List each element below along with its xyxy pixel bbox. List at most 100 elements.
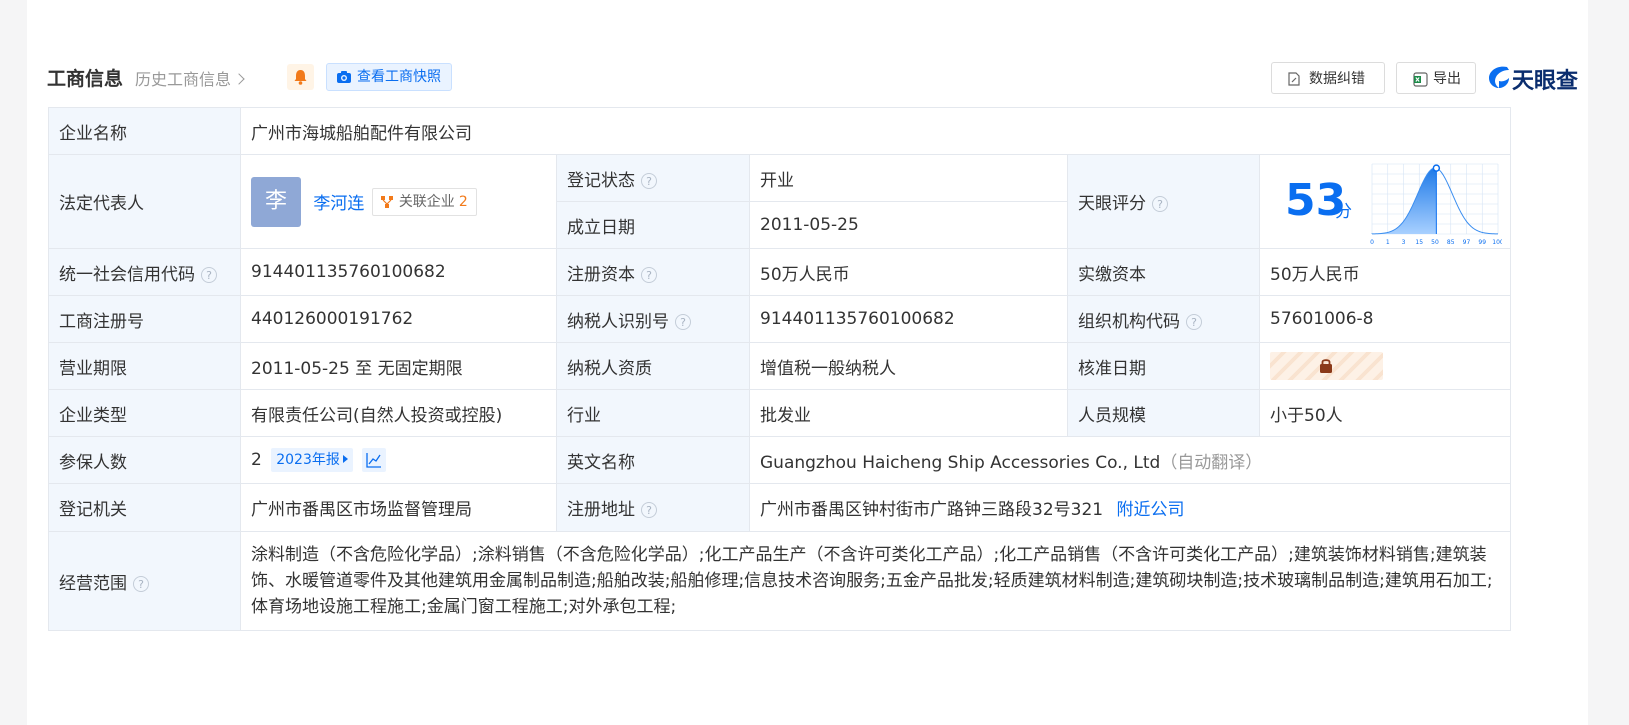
score-label: 天眼评分 <box>1078 194 1146 214</box>
export-label: 导出 <box>1433 71 1461 87</box>
taxpayer-type: 增值税一般纳税人 <box>749 342 1068 390</box>
org-code-label: 组织机构代码 <box>1078 311 1180 332</box>
tick-label: 85 <box>1447 239 1455 246</box>
legal-rep-link[interactable]: 李河连 <box>313 194 364 214</box>
reg-capital-label-cell: 注册资本? <box>556 248 750 296</box>
data-fix-button[interactable]: 数据纠错 <box>1271 62 1385 94</box>
question-icon[interactable]: ? <box>201 266 217 283</box>
founded-label: 成立日期 <box>556 201 750 249</box>
tick-label: 97 <box>1463 239 1471 246</box>
address-cell: 广州市番禺区钟村街市广路钟三路段32号321 附近公司 <box>749 483 1511 532</box>
table-row: 工商注册号 440126000191762 纳税人识别号? 9144011357… <box>48 295 1511 343</box>
table-row: 参保人数 2 2023年报 英文名称 Guangzhou Haicheng Sh… <box>48 436 1511 484</box>
taxpayer-id-label-cell: 纳税人识别号? <box>556 295 750 343</box>
question-icon[interactable]: ? <box>1186 313 1202 330</box>
table-row: 登记机关 广州市番禺区市场监督管理局 注册地址? 广州市番禺区钟村街市广路钟三路… <box>48 483 1511 532</box>
taxpayer-type-label: 纳税人资质 <box>556 342 750 390</box>
reg-capital-label: 注册资本 <box>567 264 635 285</box>
table-row: 法定代表人 李 李河连 关联企业 2 登记状态? 开业 天眼评分? 53 分 0… <box>48 154 1511 249</box>
reg-status-label-cell: 登记状态? <box>556 154 750 202</box>
approval-date-label: 核准日期 <box>1067 342 1260 390</box>
company-name: 广州市海城船舶配件有限公司 <box>240 107 1511 155</box>
legal-rep-label: 法定代表人 <box>48 154 241 249</box>
tick-label: 15 <box>1415 239 1423 246</box>
question-icon[interactable]: ? <box>641 266 657 283</box>
address-label: 注册地址 <box>567 500 635 520</box>
tick-label: 3 <box>1402 239 1406 246</box>
section-title: 工商信息 <box>47 68 124 90</box>
taxpayer-id: 914401135760100682 <box>749 295 1068 343</box>
annual-report-button[interactable]: 2023年报 <box>271 448 353 472</box>
tick-label: 1 <box>1386 239 1390 246</box>
score-marker <box>1432 164 1441 172</box>
excel-icon <box>1413 72 1428 87</box>
tick-label: 0 <box>1370 239 1374 246</box>
question-icon[interactable]: ? <box>641 172 657 189</box>
english-name: Guangzhou Haicheng Ship Accessories Co.,… <box>760 452 1161 473</box>
authority-label: 登记机关 <box>48 483 241 532</box>
approval-date-cell <box>1259 342 1511 390</box>
data-fix-label: 数据纠错 <box>1309 71 1365 87</box>
locked-value[interactable] <box>1270 352 1383 380</box>
nearby-companies-link[interactable]: 附近公司 <box>1117 500 1185 520</box>
trend-chart-button[interactable] <box>362 448 387 472</box>
address-label-cell: 注册地址? <box>556 483 750 532</box>
lock-icon <box>1320 359 1332 373</box>
insured-label: 参保人数 <box>48 436 241 484</box>
logo-mark-icon <box>1489 66 1509 88</box>
snapshot-button[interactable]: 查看工商快照 <box>326 63 452 91</box>
authority: 广州市番禺区市场监督管理局 <box>240 483 557 532</box>
table-row: 企业名称 广州市海城船舶配件有限公司 <box>48 107 1511 155</box>
business-scope: 涂料制造（不含危险化学品）;涂料销售（不含危险化学品）;化工产品生产（不含许可类… <box>240 531 1511 631</box>
credit-code: 914401135760100682 <box>240 248 557 296</box>
tick-label: 50 <box>1431 239 1439 246</box>
org-code: 57601006-8 <box>1259 295 1511 343</box>
tick-label: 99 <box>1478 239 1486 246</box>
reg-capital: 50万人民币 <box>749 248 1068 296</box>
edit-document-icon <box>1288 72 1300 86</box>
legal-rep-cell: 李 李河连 关联企业 2 <box>240 154 557 249</box>
related-count: 2 <box>458 193 468 210</box>
question-icon[interactable]: ? <box>1152 196 1168 212</box>
question-icon[interactable]: ? <box>133 575 149 592</box>
table-row: 营业期限 2011-05-25 至 无固定期限 纳税人资质 增值税一般纳税人 核… <box>48 342 1511 390</box>
tick-label: 100 <box>1492 239 1502 246</box>
chevron-right-icon <box>233 73 245 85</box>
auto-translate-note: （自动翻译） <box>1160 452 1263 473</box>
history-link-label: 历史工商信息 <box>135 70 232 89</box>
logo-text: 天眼查 <box>1512 69 1579 94</box>
table-row: 统一社会信用代码? 914401135760100682 注册资本? 50万人民… <box>48 248 1511 296</box>
question-icon[interactable]: ? <box>675 313 691 330</box>
english-name-cell: Guangzhou Haicheng Ship Accessories Co.,… <box>749 436 1511 484</box>
credit-code-label: 统一社会信用代码 <box>59 264 195 285</box>
annual-report-label: 2023年报 <box>276 452 340 468</box>
scope-label-cell: 经营范围? <box>48 531 241 631</box>
industry-label: 行业 <box>556 389 750 437</box>
company-name-label: 企业名称 <box>48 107 241 155</box>
tianyancha-logo: 天眼查 <box>1487 62 1587 94</box>
score-label-cell: 天眼评分? <box>1067 154 1260 249</box>
table-row: 经营范围? 涂料制造（不含危险化学品）;涂料销售（不含危险化学品）;化工产品生产… <box>48 531 1511 631</box>
snapshot-button-label: 查看工商快照 <box>357 69 441 85</box>
founded-date: 2011-05-25 <box>749 201 1068 249</box>
section-header: 工商信息 历史工商信息 查看工商快照 数据纠错 导出 天眼查 <box>47 60 1578 94</box>
insured-cell: 2 2023年报 <box>240 436 557 484</box>
caret-right-icon <box>342 455 348 463</box>
question-icon[interactable]: ? <box>641 502 657 518</box>
bell-button[interactable] <box>287 64 314 90</box>
reg-status: 开业 <box>749 154 1068 202</box>
industry: 批发业 <box>749 389 1068 437</box>
staff-size-label: 人员规模 <box>1067 389 1260 437</box>
history-link[interactable]: 历史工商信息 <box>135 66 245 90</box>
camera-icon <box>337 71 351 83</box>
related-companies-button[interactable]: 关联企业 2 <box>371 187 477 216</box>
score-unit: 分 <box>1335 202 1352 222</box>
company-type: 有限责任公司(自然人投资或控股) <box>240 389 557 437</box>
reg-status-label: 登记状态 <box>567 170 635 191</box>
score-cell[interactable]: 53 分 0 1 3 15 50 85 97 99 100 <box>1259 154 1511 249</box>
score-distribution-chart: 0 1 3 15 50 85 97 99 100 <box>1370 163 1502 246</box>
avatar[interactable]: 李 <box>251 176 301 227</box>
insured-count: 2 <box>251 450 262 470</box>
address: 广州市番禺区钟村街市广路钟三路段32号321 <box>760 500 1104 520</box>
export-button[interactable]: 导出 <box>1396 62 1476 94</box>
